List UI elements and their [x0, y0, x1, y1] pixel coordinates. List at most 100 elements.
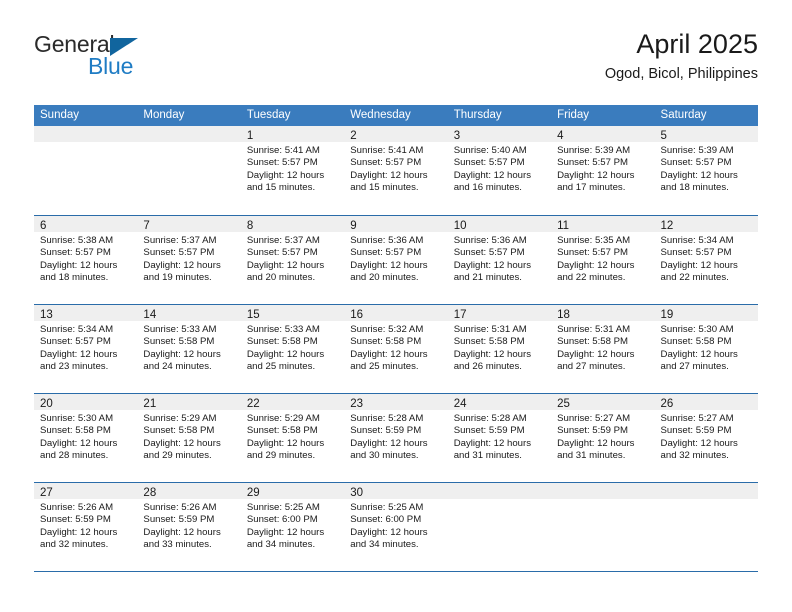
- day-cell-18[interactable]: 18 Sunrise: 5:31 AM Sunset: 5:58 PM Dayligh…: [551, 305, 655, 393]
- daylight-text-line2: and 23 minutes.: [40, 361, 109, 373]
- day-cell-empty: [551, 483, 655, 571]
- day-number-band: 24: [447, 394, 552, 410]
- day-sun-info: Sunrise: 5:25 AM Sunset: 6:00 PM Daylight:…: [344, 499, 447, 552]
- daylight-text-line2: and 31 minutes.: [453, 450, 522, 462]
- daylight-text-line2: and 22 minutes.: [557, 272, 626, 284]
- daylight-text-line2: and 30 minutes.: [350, 450, 419, 462]
- sunset-text: Sunset: 5:57 PM: [246, 157, 318, 169]
- daylight-text-line1: Daylight: 12 hours: [660, 437, 738, 449]
- sunset-text: Sunset: 5:57 PM: [453, 157, 525, 169]
- daylight-text-line1: Daylight: 12 hours: [143, 526, 221, 538]
- day-number-band: 11: [551, 216, 655, 232]
- day-cell-27[interactable]: 27 Sunrise: 5:26 AM Sunset: 5:59 PM Dayligh…: [34, 483, 138, 571]
- sunrise-text: Sunrise: 5:40 AM: [453, 145, 527, 156]
- sunset-text: Sunset: 5:57 PM: [40, 336, 111, 348]
- day-sun-info: Sunrise: 5:25 AM Sunset: 6:00 PM Daylight:…: [241, 499, 344, 552]
- sunrise-text: Sunrise: 5:29 AM: [246, 413, 320, 424]
- day-cell-22[interactable]: 22 Sunrise: 5:29 AM Sunset: 5:58 PM Dayligh…: [240, 394, 345, 482]
- day-cell-29[interactable]: 29 Sunrise: 5:25 AM Sunset: 6:00 PM Dayligh…: [240, 483, 345, 571]
- daylight-text-line1: Daylight: 12 hours: [40, 259, 118, 271]
- sunrise-text: Sunrise: 5:31 AM: [453, 324, 527, 335]
- day-cell-1[interactable]: 1 Sunrise: 5:41 AM Sunset: 5:57 PM Daylight…: [240, 126, 345, 215]
- day-cell-19[interactable]: 19 Sunrise: 5:30 AM Sunset: 5:58 PM Dayligh…: [654, 305, 758, 393]
- day-sun-info: Sunrise: 5:33 AM Sunset: 5:58 PM Daylight:…: [241, 321, 344, 374]
- daylight-text-line2: and 16 minutes.: [453, 182, 522, 194]
- day-cell-16[interactable]: 16 Sunrise: 5:32 AM Sunset: 5:58 PM Dayligh…: [344, 305, 448, 393]
- day-cell-empty: [654, 483, 758, 571]
- calendar-week-row: 6 Sunrise: 5:38 AM Sunset: 5:57 PM Daylight…: [34, 215, 758, 304]
- weekday-header-friday: Friday: [557, 109, 590, 121]
- general-blue-logo[interactable]: General Blue: [34, 30, 234, 90]
- sunrise-text: Sunrise: 5:33 AM: [246, 324, 320, 335]
- day-cell-15[interactable]: 15 Sunrise: 5:33 AM Sunset: 5:58 PM Dayligh…: [240, 305, 345, 393]
- day-cell-24[interactable]: 24 Sunrise: 5:28 AM Sunset: 5:59 PM Dayligh…: [447, 394, 552, 482]
- day-number-band: 27: [34, 483, 138, 499]
- day-cell-23[interactable]: 23 Sunrise: 5:28 AM Sunset: 5:59 PM Dayligh…: [344, 394, 448, 482]
- sunrise-text: Sunrise: 5:35 AM: [557, 235, 631, 246]
- day-cell-8[interactable]: 8 Sunrise: 5:37 AM Sunset: 5:57 PM Daylight…: [240, 216, 345, 304]
- day-cell-11[interactable]: 11 Sunrise: 5:35 AM Sunset: 5:57 PM Dayligh…: [551, 216, 655, 304]
- sunrise-text: Sunrise: 5:30 AM: [660, 324, 734, 335]
- sunset-text: Sunset: 5:57 PM: [557, 157, 629, 169]
- day-number: 30: [350, 487, 364, 499]
- daylight-text-line1: Daylight: 12 hours: [557, 169, 635, 181]
- daylight-text-line1: Daylight: 12 hours: [246, 259, 325, 271]
- day-sun-info: Sunrise: 5:26 AM Sunset: 5:59 PM Daylight:…: [137, 499, 240, 552]
- daylight-text-line1: Daylight: 12 hours: [660, 169, 738, 181]
- sunrise-text: Sunrise: 5:25 AM: [350, 502, 424, 513]
- day-cell-empty: [447, 483, 552, 571]
- calendar-body: 1 Sunrise: 5:41 AM Sunset: 5:57 PM Daylight…: [34, 126, 758, 571]
- day-cell-26[interactable]: 26 Sunrise: 5:27 AM Sunset: 5:59 PM Dayligh…: [654, 394, 758, 482]
- day-cell-10[interactable]: 10 Sunrise: 5:36 AM Sunset: 5:57 PM Dayligh…: [447, 216, 552, 304]
- daylight-text-line1: Daylight: 12 hours: [246, 526, 325, 538]
- day-number-band: 9: [344, 216, 448, 232]
- calendar-week-row: 27 Sunrise: 5:26 AM Sunset: 5:59 PM Dayligh…: [34, 482, 758, 571]
- day-cell-9[interactable]: 9 Sunrise: 5:36 AM Sunset: 5:57 PM Daylight…: [344, 216, 448, 304]
- day-cell-5[interactable]: 5 Sunrise: 5:39 AM Sunset: 5:57 PM Daylight…: [654, 126, 758, 215]
- calendar-week-row: 20 Sunrise: 5:30 AM Sunset: 5:58 PM Dayligh…: [34, 393, 758, 482]
- day-cell-4[interactable]: 4 Sunrise: 5:39 AM Sunset: 5:57 PM Daylight…: [551, 126, 655, 215]
- sunset-text: Sunset: 5:57 PM: [40, 247, 111, 259]
- calendar-grid: Sunday Monday Tuesday Wednesday Thursday Frid…: [34, 105, 758, 572]
- sunset-text: Sunset: 5:57 PM: [660, 157, 732, 169]
- day-cell-30[interactable]: 30 Sunrise: 5:25 AM Sunset: 6:00 PM Dayligh…: [344, 483, 448, 571]
- day-cell-2[interactable]: 2 Sunrise: 5:41 AM Sunset: 5:57 PM Daylight…: [344, 126, 448, 215]
- day-number-band: 23: [344, 394, 448, 410]
- page-title: April 2025: [636, 29, 758, 59]
- day-number-band: 22: [240, 394, 345, 410]
- day-number: 2: [350, 130, 357, 142]
- daylight-text-line1: Daylight: 12 hours: [143, 259, 221, 271]
- daylight-text-line2: and 29 minutes.: [143, 450, 212, 462]
- day-sun-info: Sunrise: 5:30 AM Sunset: 5:58 PM Daylight:…: [655, 321, 758, 374]
- day-cell-3[interactable]: 3 Sunrise: 5:40 AM Sunset: 5:57 PM Daylight…: [447, 126, 552, 215]
- day-number-band: 18: [551, 305, 655, 321]
- day-sun-info: Sunrise: 5:26 AM Sunset: 5:59 PM Daylight:…: [34, 499, 137, 552]
- sunrise-text: Sunrise: 5:36 AM: [453, 235, 527, 246]
- day-cell-7[interactable]: 7 Sunrise: 5:37 AM Sunset: 5:57 PM Daylight…: [137, 216, 241, 304]
- day-cell-25[interactable]: 25 Sunrise: 5:27 AM Sunset: 5:59 PM Dayligh…: [551, 394, 655, 482]
- day-cell-12[interactable]: 12 Sunrise: 5:34 AM Sunset: 5:57 PM Dayligh…: [654, 216, 758, 304]
- day-number: 28: [143, 487, 157, 499]
- weekday-header-monday: Monday: [143, 109, 185, 121]
- daylight-text-line2: and 29 minutes.: [246, 450, 316, 462]
- day-number: 3: [453, 130, 461, 142]
- day-sun-info: Sunrise: 5:36 AM Sunset: 5:57 PM Daylight:…: [344, 232, 447, 285]
- day-cell-6[interactable]: 6 Sunrise: 5:38 AM Sunset: 5:57 PM Daylight…: [34, 216, 138, 304]
- day-cell-13[interactable]: 13 Sunrise: 5:34 AM Sunset: 5:57 PM Dayligh…: [34, 305, 138, 393]
- sunrise-text: Sunrise: 5:39 AM: [557, 145, 631, 156]
- sunrise-text: Sunrise: 5:37 AM: [143, 235, 217, 246]
- day-number-band: 6: [34, 216, 138, 232]
- day-cell-17[interactable]: 17 Sunrise: 5:31 AM Sunset: 5:58 PM Dayligh…: [447, 305, 552, 393]
- day-sun-info: Sunrise: 5:39 AM Sunset: 5:57 PM Daylight:…: [551, 142, 654, 195]
- day-cell-28[interactable]: 28 Sunrise: 5:26 AM Sunset: 5:59 PM Dayligh…: [137, 483, 241, 571]
- daylight-text-line1: Daylight: 12 hours: [246, 169, 325, 181]
- sunset-text: Sunset: 5:57 PM: [143, 247, 215, 259]
- daylight-text-line1: Daylight: 12 hours: [350, 259, 428, 271]
- day-sun-info: Sunrise: 5:35 AM Sunset: 5:57 PM Daylight:…: [551, 232, 654, 285]
- day-cell-14[interactable]: 14 Sunrise: 5:33 AM Sunset: 5:58 PM Dayligh…: [137, 305, 241, 393]
- day-cell-21[interactable]: 21 Sunrise: 5:29 AM Sunset: 5:58 PM Dayligh…: [137, 394, 241, 482]
- day-number-band: 10: [447, 216, 552, 232]
- day-cell-20[interactable]: 20 Sunrise: 5:30 AM Sunset: 5:58 PM Dayligh…: [34, 394, 138, 482]
- sunset-text: Sunset: 5:58 PM: [350, 336, 422, 348]
- daylight-text-line1: Daylight: 12 hours: [246, 348, 325, 360]
